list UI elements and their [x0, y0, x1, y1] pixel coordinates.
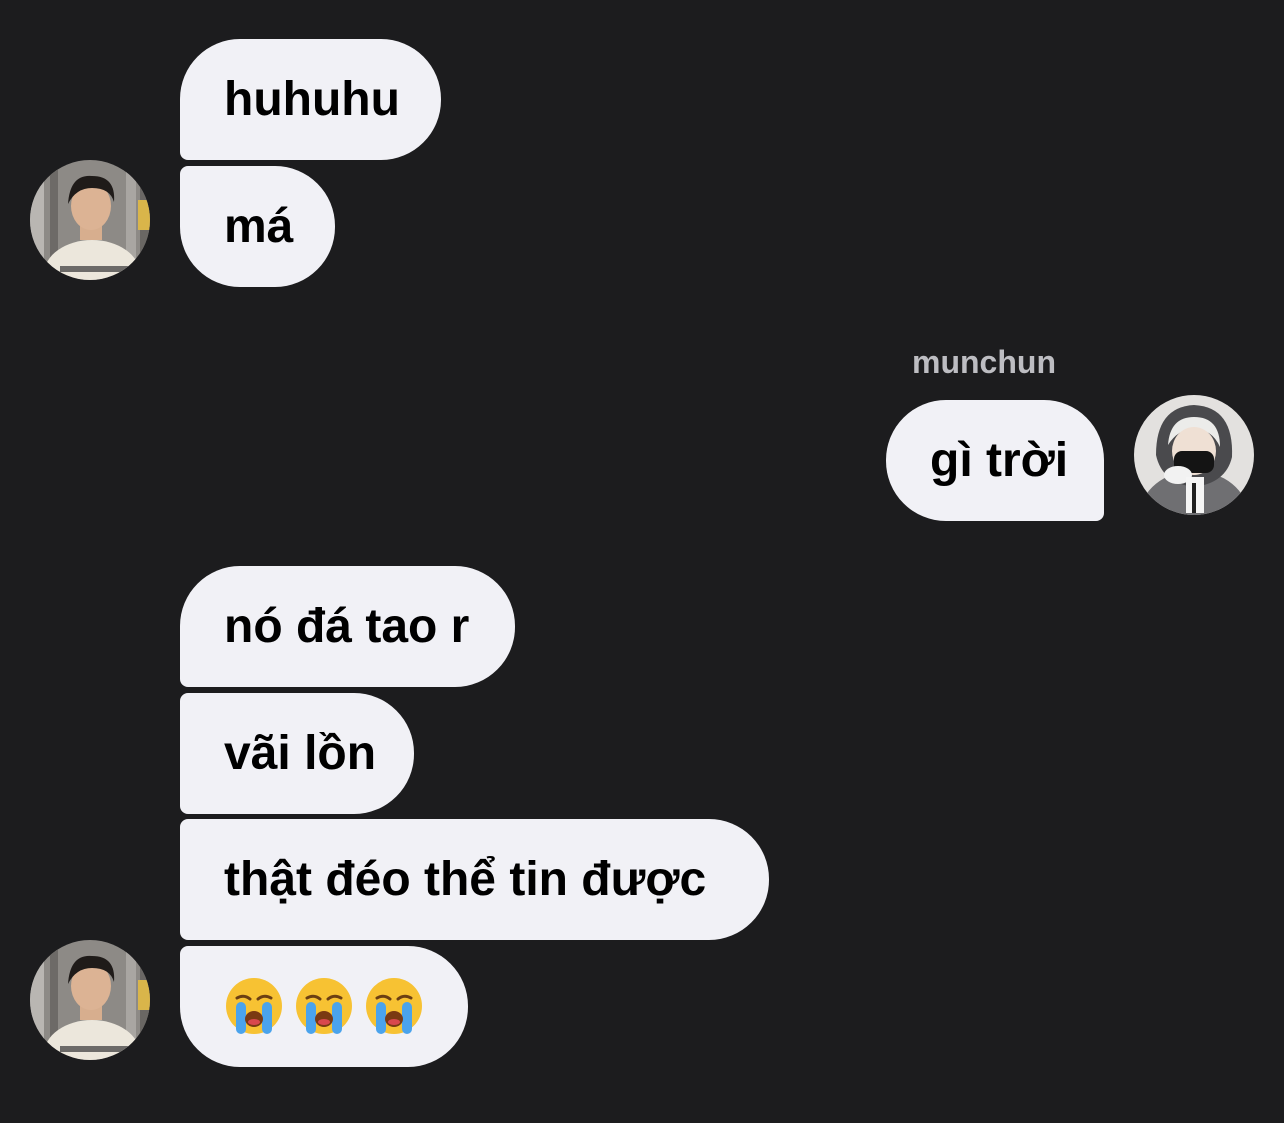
user-photo — [1134, 395, 1254, 515]
message-bubble-emoji[interactable] — [180, 946, 468, 1067]
message-bubble-gi-troi[interactable]: gì trời — [886, 400, 1104, 521]
message-bubble-that-deo-the-tin-duoc[interactable]: thật đéo thể tin được — [180, 819, 769, 940]
sender-name: munchun — [912, 344, 1056, 380]
message-text: vãi lồn — [224, 727, 377, 780]
message-text: má — [224, 200, 294, 253]
contact-avatar[interactable] — [30, 940, 150, 1060]
loudly-crying-face-icon — [294, 976, 354, 1036]
contact-photo — [30, 940, 150, 1060]
my-avatar[interactable] — [1134, 395, 1254, 515]
contact-photo — [30, 160, 150, 280]
loudly-crying-face-icon — [364, 976, 424, 1036]
loudly-crying-face-icon — [224, 976, 284, 1036]
contact-avatar[interactable] — [30, 160, 150, 280]
message-text: gì trời — [930, 434, 1069, 487]
message-bubble-ma[interactable]: má — [180, 166, 335, 287]
message-bubble-huhuhu[interactable]: huhuhu — [180, 39, 441, 160]
chat-screen: { "messages": { "group1": ["huhuhu", "má… — [0, 0, 1284, 1123]
emoji-row — [224, 976, 424, 1036]
message-bubble-no-da-tao-r[interactable]: nó đá tao r — [180, 566, 515, 687]
message-text: thật đéo thể tin được — [224, 853, 707, 906]
message-text: nó đá tao r — [224, 600, 470, 653]
message-bubble-vai-lon[interactable]: vãi lồn — [180, 693, 414, 814]
message-text: huhuhu — [224, 73, 400, 126]
